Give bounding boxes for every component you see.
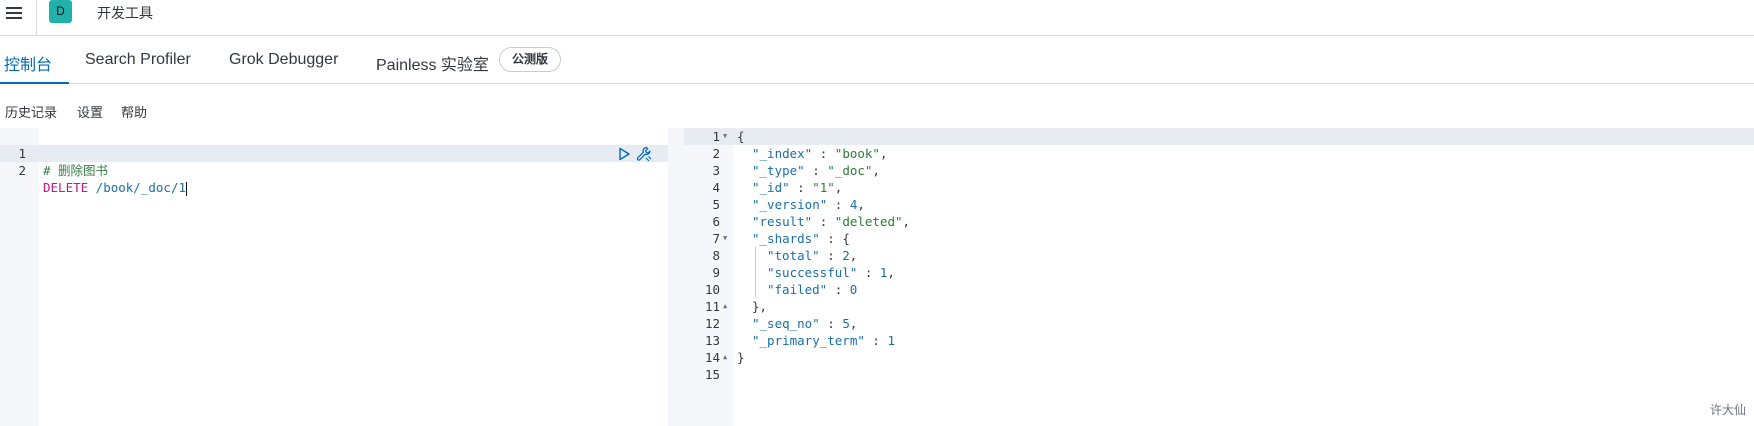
line-number: 12 xyxy=(704,316,720,331)
active-tab-indicator xyxy=(0,82,69,84)
watermark: 许大仙 xyxy=(1709,403,1746,417)
hamburger-menu-icon[interactable] xyxy=(4,2,26,24)
dev-tools-tabs: 控制台 Search Profiler Grok Debugger Painle… xyxy=(0,37,1754,84)
json-punctuation: , xyxy=(872,163,880,178)
response-code: }, xyxy=(752,298,767,315)
line-number: 3 xyxy=(712,163,720,178)
history-link[interactable]: 历史记录 xyxy=(5,102,57,121)
header-divider xyxy=(36,0,37,36)
json-value: 0 xyxy=(849,282,858,297)
help-link[interactable]: 帮助 xyxy=(121,102,147,121)
response-code: "result" : "deleted", xyxy=(752,214,911,229)
request-line-2: 2 DELETE /book/_doc/1 xyxy=(0,145,187,196)
json-value: { xyxy=(842,231,850,246)
line-number: 14 xyxy=(704,350,720,365)
response-code: "_primary_term" : 1 xyxy=(752,333,895,348)
json-punctuation: , xyxy=(902,214,911,229)
line-number: 2 xyxy=(712,146,720,161)
app-title: 开发工具 xyxy=(97,5,153,21)
beta-badge: 公测版 xyxy=(499,47,562,72)
line-number: 9 xyxy=(712,265,720,280)
tab-console[interactable]: 控制台 xyxy=(4,51,52,75)
json-key: "_type" xyxy=(752,163,805,178)
tab-painless-lab[interactable]: Painless 实验室 xyxy=(376,51,489,75)
line-number: 6 xyxy=(712,214,720,229)
line-number: 10 xyxy=(704,282,720,297)
active-line-highlight xyxy=(684,128,1754,145)
json-value: 2 xyxy=(842,248,850,263)
line-number: 15 xyxy=(704,367,720,382)
json-brace: } xyxy=(737,350,745,365)
json-key: "_primary_term" xyxy=(752,333,865,348)
json-key: "_shards" xyxy=(752,231,820,246)
request-line-1: 1 # 删除图书 xyxy=(0,128,108,178)
response-code: "_type" : "_doc", xyxy=(752,163,880,178)
text-cursor xyxy=(186,181,187,196)
json-key: "_seq_no" xyxy=(752,316,820,331)
json-value: "deleted" xyxy=(834,214,903,229)
tab-grok-debugger[interactable]: Grok Debugger xyxy=(229,51,338,69)
json-value: "_doc" xyxy=(827,163,873,178)
response-code: "_index" : "book", xyxy=(752,146,888,161)
line-number: 2 xyxy=(18,163,26,178)
response-code: } xyxy=(737,349,745,366)
fold-caret-down-icon[interactable]: ▼ xyxy=(723,230,727,247)
response-code: "total" : 2, xyxy=(767,248,858,263)
json-key: "total" xyxy=(767,248,820,263)
response-code: "failed" : 0 xyxy=(767,282,858,297)
json-key: "successful" xyxy=(767,265,858,280)
space-avatar[interactable]: D xyxy=(49,0,72,23)
response-code: { xyxy=(737,128,745,145)
json-value: "1" xyxy=(812,180,835,195)
line-number: 8 xyxy=(712,248,720,263)
response-code: "_version" : 4, xyxy=(752,197,865,212)
line-number: 13 xyxy=(704,333,720,348)
active-line-highlight xyxy=(0,145,668,162)
line-number: 5 xyxy=(712,197,720,212)
json-punctuation: , xyxy=(849,316,858,331)
tab-search-profiler[interactable]: Search Profiler xyxy=(85,51,191,69)
request-editor[interactable]: 1 # 删除图书 2 DELETE /book/_doc/1 xyxy=(0,128,668,426)
request-method: DELETE xyxy=(43,180,89,195)
line-number: 11 xyxy=(704,299,720,314)
json-key: "_index" xyxy=(752,146,813,161)
line-number: 7 xyxy=(712,231,720,246)
json-punctuation: , xyxy=(857,197,865,212)
json-key: "result" xyxy=(752,214,813,229)
request-url: /book/_doc/1 xyxy=(88,180,186,195)
fold-caret-up-icon[interactable]: ▲ xyxy=(723,349,727,366)
fold-caret-down-icon[interactable]: ▼ xyxy=(723,128,727,145)
line-number: 4 xyxy=(712,180,720,195)
json-value: "book" xyxy=(834,146,880,161)
editor-resize-handle[interactable] xyxy=(668,128,684,426)
request-comment: # 删除图书 xyxy=(43,163,109,178)
line-number: 1 xyxy=(712,129,720,144)
json-value: 1 xyxy=(887,333,895,348)
response-viewer: 1 ▼{2 "_index" : "book", 3 "_type" : "_doc",… xyxy=(684,128,1754,426)
json-key: "failed" xyxy=(767,282,828,297)
settings-link[interactable]: 设置 xyxy=(77,102,103,121)
json-key: "_version" xyxy=(752,197,828,212)
json-punctuation: , xyxy=(879,146,888,161)
play-icon[interactable] xyxy=(617,147,631,161)
json-key: "_id" xyxy=(752,180,790,195)
fold-caret-up-icon[interactable]: ▲ xyxy=(723,298,727,315)
json-brace: }, xyxy=(752,299,768,314)
json-value: 5 xyxy=(842,316,850,331)
top-header: D 开发工具 xyxy=(0,0,1754,36)
json-punctuation: , xyxy=(834,180,843,195)
json-punctuation: , xyxy=(849,248,858,263)
json-punctuation: , xyxy=(887,265,895,280)
response-code: "_shards" : { xyxy=(752,231,850,246)
json-brace: { xyxy=(737,129,745,144)
indent-guide xyxy=(755,247,756,298)
wrench-icon[interactable] xyxy=(636,146,652,162)
response-code: "_id" : "1", xyxy=(752,180,843,195)
response-code: "successful" : 1, xyxy=(767,265,895,280)
response-code: "_seq_no" : 5, xyxy=(752,316,858,331)
